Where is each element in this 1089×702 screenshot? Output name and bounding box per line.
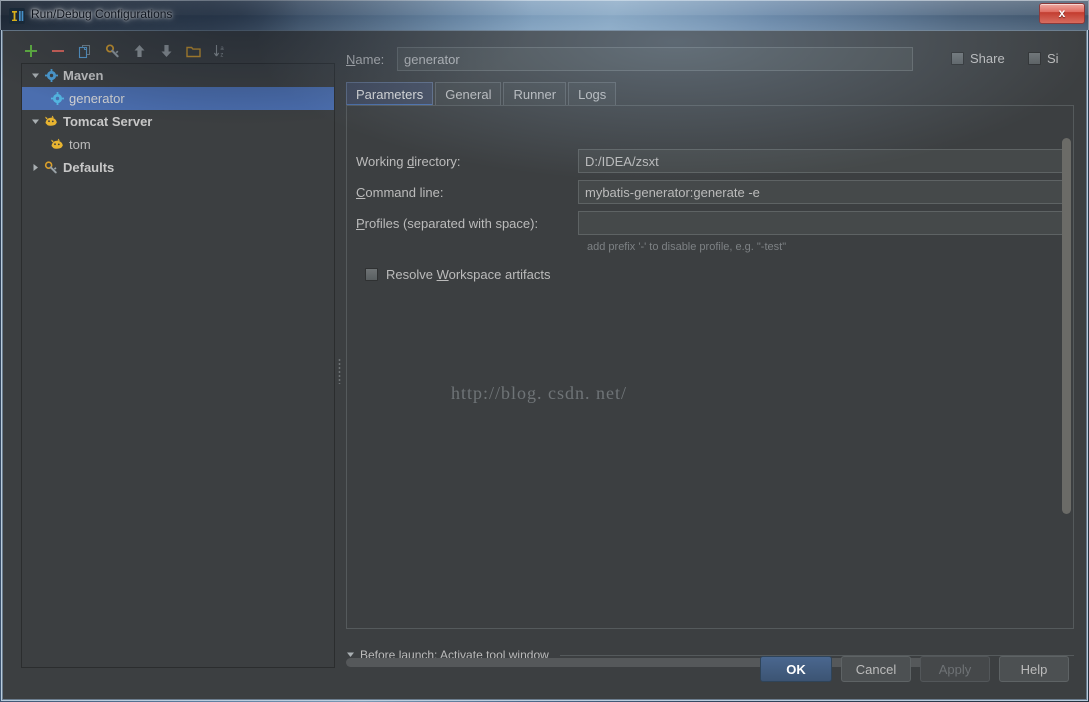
dialog-footer: OK Cancel Apply Help	[3, 647, 1088, 699]
desktop-backdrop: Run/Debug Configurations x	[0, 0, 1089, 702]
checkbox-box	[951, 52, 964, 65]
label-mnemonic: W	[437, 267, 449, 282]
ok-button-label: OK	[786, 662, 806, 677]
chevron-down-icon[interactable]	[28, 117, 43, 126]
label-part: irectory:	[414, 154, 460, 169]
profiles-input[interactable]	[578, 211, 1068, 235]
help-button[interactable]: Help	[999, 656, 1069, 682]
configuration-editor-pane: Name: Share Si Parameters	[345, 39, 1075, 668]
close-window-button[interactable]: x	[1039, 3, 1085, 24]
intellij-idea-icon	[9, 8, 25, 24]
name-label-mnemonic: N	[346, 52, 355, 67]
ok-button[interactable]: OK	[760, 656, 832, 682]
label-part: Working	[356, 154, 407, 169]
tree-toolbar: a z	[21, 39, 335, 63]
name-label-rest: ame:	[355, 52, 384, 67]
chevron-down-icon[interactable]	[28, 71, 43, 80]
tree-node-generator[interactable]: generator	[22, 87, 334, 110]
working-directory-label: Working directory:	[356, 154, 461, 169]
window-titlebar: Run/Debug Configurations x	[0, 0, 1089, 30]
dialog-body: a z	[2, 30, 1087, 700]
command-line-label: Command line:	[356, 185, 443, 200]
apply-button-label: Apply	[939, 662, 972, 677]
single-instance-checkbox[interactable]: Si	[1028, 51, 1059, 66]
chevron-right-icon[interactable]	[28, 163, 43, 172]
content-vertical-scrollbar[interactable]	[1062, 108, 1071, 628]
panel-splitter[interactable]	[335, 63, 345, 668]
name-label: Name:	[346, 52, 384, 67]
editor-tabs: Parameters General Runner Logs	[346, 82, 1074, 106]
window-title: Run/Debug Configurations	[31, 7, 172, 21]
share-checkbox[interactable]: Share	[951, 51, 1005, 66]
create-folder-button[interactable]	[183, 41, 203, 61]
tab-label: Parameters	[356, 87, 423, 102]
tomcat-cat-icon	[49, 138, 65, 151]
cancel-button[interactable]: Cancel	[841, 656, 911, 682]
tab-general[interactable]: General	[435, 82, 501, 106]
label-mnemonic: P	[356, 216, 365, 231]
splitter-grip	[338, 358, 341, 384]
share-label: Share	[970, 51, 1005, 66]
tree-node-tom[interactable]: tom	[22, 133, 334, 156]
copy-configuration-button[interactable]	[75, 41, 95, 61]
move-up-button[interactable]	[129, 41, 149, 61]
tree-node-label: tom	[69, 137, 91, 152]
tree-node-tomcat-server[interactable]: Tomcat Server	[22, 110, 334, 133]
sort-az-button[interactable]: a z	[210, 41, 230, 61]
tab-label: General	[445, 87, 491, 102]
help-button-label: Help	[1021, 662, 1048, 677]
close-icon: x	[1040, 6, 1084, 20]
tab-logs[interactable]: Logs	[568, 82, 616, 106]
label-part: ommand line:	[365, 185, 443, 200]
resolve-workspace-label: Resolve Workspace artifacts	[386, 267, 551, 282]
remove-configuration-button[interactable]	[48, 41, 68, 61]
name-input[interactable]	[397, 47, 913, 71]
cancel-button-label: Cancel	[856, 662, 896, 677]
run-debug-configurations-window: Run/Debug Configurations x	[0, 0, 1089, 702]
tab-runner[interactable]: Runner	[503, 82, 566, 106]
tab-label: Logs	[578, 87, 606, 102]
profiles-hint: add prefix '-' to disable profile, e.g. …	[587, 241, 786, 253]
tomcat-cat-icon	[43, 115, 59, 128]
scrollbar-thumb[interactable]	[1062, 138, 1071, 514]
wrench-gear-icon-button[interactable]	[102, 41, 122, 61]
label-part: orkspace artifacts	[449, 267, 551, 282]
label-mnemonic: C	[356, 185, 365, 200]
tree-node-defaults[interactable]: Defaults	[22, 156, 334, 179]
maven-gear-icon	[43, 69, 59, 82]
tab-parameters[interactable]: Parameters	[346, 82, 433, 106]
add-configuration-button[interactable]	[21, 41, 41, 61]
label-part: rofiles (separated with space):	[365, 216, 538, 231]
checkbox-box	[365, 268, 378, 281]
tree-node-label: generator	[69, 91, 125, 106]
label-part: Resolve	[386, 267, 437, 282]
svg-text:z: z	[220, 52, 223, 58]
dialog-frame: a z	[1, 30, 1088, 701]
working-directory-input[interactable]	[578, 149, 1068, 173]
wrench-gear-icon	[43, 161, 59, 175]
command-line-input[interactable]	[578, 180, 1068, 204]
move-down-button[interactable]	[156, 41, 176, 61]
tree-node-label: Defaults	[63, 160, 114, 175]
maven-gear-icon	[49, 92, 65, 105]
tab-label: Runner	[513, 87, 556, 102]
tree-node-maven[interactable]: Maven	[22, 64, 334, 87]
apply-button: Apply	[920, 656, 990, 682]
parameters-tab-content: Working directory: Command line: Profile…	[346, 105, 1074, 629]
watermark-text: http://blog. csdn. net/	[451, 383, 627, 404]
tree-node-label: Maven	[63, 68, 103, 83]
resolve-workspace-artifacts-checkbox[interactable]: Resolve Workspace artifacts	[365, 267, 551, 282]
profiles-label: Profiles (separated with space):	[356, 216, 538, 231]
single-instance-label: Si	[1047, 51, 1059, 66]
checkbox-box	[1028, 52, 1041, 65]
configurations-tree[interactable]: Maven generator	[21, 63, 335, 668]
tree-node-label: Tomcat Server	[63, 114, 152, 129]
svg-text:a: a	[220, 46, 224, 52]
